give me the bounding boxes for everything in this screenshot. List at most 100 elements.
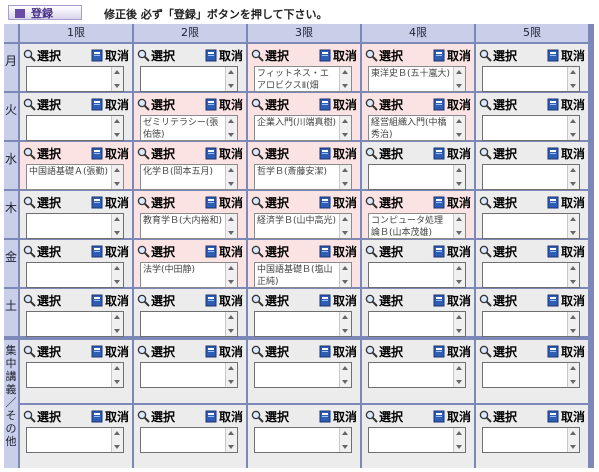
select-button[interactable]: 選択 (23, 292, 61, 309)
select-button[interactable]: 選択 (251, 292, 289, 309)
listbox-scrollbar[interactable] (111, 263, 123, 287)
listbox-scrollbar[interactable] (225, 312, 237, 336)
select-button[interactable]: 選択 (137, 243, 175, 260)
select-button[interactable]: 選択 (479, 96, 517, 113)
course-listbox[interactable] (368, 362, 466, 388)
listbox-scrollbar[interactable] (567, 263, 579, 287)
cancel-button[interactable]: 取消 (433, 96, 471, 113)
select-button[interactable]: 選択 (479, 408, 517, 425)
listbox-scrollbar[interactable] (453, 312, 465, 336)
select-button[interactable]: 選択 (251, 96, 289, 113)
listbox-scrollbar[interactable] (567, 363, 579, 387)
select-button[interactable]: 選択 (365, 96, 403, 113)
course-listbox[interactable]: 哲学Ｂ(斎藤安潔) (254, 164, 352, 190)
listbox-scrollbar[interactable] (339, 312, 351, 336)
listbox-scrollbar[interactable] (567, 67, 579, 91)
listbox-scrollbar[interactable] (567, 116, 579, 140)
select-button[interactable]: 選択 (479, 243, 517, 260)
listbox-scrollbar[interactable] (111, 67, 123, 91)
cancel-button[interactable]: 取消 (547, 292, 585, 309)
select-button[interactable]: 選択 (23, 194, 61, 211)
cancel-button[interactable]: 取消 (319, 292, 357, 309)
select-button[interactable]: 選択 (251, 47, 289, 64)
course-listbox[interactable]: 中国語基礎Ｂ(塩山正純) (254, 262, 352, 288)
cancel-button[interactable]: 取消 (91, 47, 129, 64)
course-listbox[interactable] (482, 311, 580, 337)
listbox-scrollbar[interactable] (453, 214, 465, 238)
select-button[interactable]: 選択 (365, 47, 403, 64)
cancel-button[interactable]: 取消 (547, 243, 585, 260)
select-button[interactable]: 選択 (365, 343, 403, 360)
cancel-button[interactable]: 取消 (433, 194, 471, 211)
cancel-button[interactable]: 取消 (433, 243, 471, 260)
select-button[interactable]: 選択 (137, 145, 175, 162)
cancel-button[interactable]: 取消 (205, 243, 243, 260)
listbox-scrollbar[interactable] (339, 165, 351, 189)
cancel-button[interactable]: 取消 (91, 145, 129, 162)
select-button[interactable]: 選択 (23, 408, 61, 425)
course-listbox[interactable] (26, 427, 124, 453)
cancel-button[interactable]: 取消 (433, 47, 471, 64)
course-listbox[interactable]: 東洋史Ｂ(五十嵐大) (368, 66, 466, 92)
cancel-button[interactable]: 取消 (319, 47, 357, 64)
course-listbox[interactable] (26, 311, 124, 337)
listbox-scrollbar[interactable] (111, 363, 123, 387)
cancel-button[interactable]: 取消 (319, 145, 357, 162)
listbox-scrollbar[interactable] (339, 67, 351, 91)
course-listbox[interactable]: 経済学Ｂ(山中高光) (254, 213, 352, 239)
cancel-button[interactable]: 取消 (319, 408, 357, 425)
select-button[interactable]: 選択 (137, 96, 175, 113)
listbox-scrollbar[interactable] (111, 428, 123, 452)
course-listbox[interactable]: 中国語基礎Ａ(張勤) (26, 164, 124, 190)
cancel-button[interactable]: 取消 (205, 47, 243, 64)
course-listbox[interactable] (368, 427, 466, 453)
course-listbox[interactable]: 教育学Ｂ(大内裕和) (140, 213, 238, 239)
cancel-button[interactable]: 取消 (205, 145, 243, 162)
course-listbox[interactable] (254, 311, 352, 337)
select-button[interactable]: 選択 (479, 292, 517, 309)
cancel-button[interactable]: 取消 (205, 96, 243, 113)
listbox-scrollbar[interactable] (453, 116, 465, 140)
listbox-scrollbar[interactable] (567, 214, 579, 238)
listbox-scrollbar[interactable] (339, 214, 351, 238)
listbox-scrollbar[interactable] (567, 312, 579, 336)
select-button[interactable]: 選択 (137, 194, 175, 211)
cancel-button[interactable]: 取消 (205, 194, 243, 211)
cancel-button[interactable]: 取消 (433, 408, 471, 425)
listbox-scrollbar[interactable] (225, 214, 237, 238)
select-button[interactable]: 選択 (365, 145, 403, 162)
select-button[interactable]: 選択 (365, 408, 403, 425)
course-listbox[interactable]: 企業入門(川端真樹) (254, 115, 352, 141)
cancel-button[interactable]: 取消 (547, 96, 585, 113)
course-listbox[interactable]: 化学Ｂ(岡本五月) (140, 164, 238, 190)
listbox-scrollbar[interactable] (111, 214, 123, 238)
cancel-button[interactable]: 取消 (91, 96, 129, 113)
listbox-scrollbar[interactable] (453, 428, 465, 452)
select-button[interactable]: 選択 (479, 343, 517, 360)
cancel-button[interactable]: 取消 (205, 408, 243, 425)
select-button[interactable]: 選択 (23, 145, 61, 162)
course-listbox[interactable] (26, 213, 124, 239)
course-listbox[interactable] (254, 427, 352, 453)
course-listbox[interactable] (140, 362, 238, 388)
select-button[interactable]: 選択 (365, 292, 403, 309)
select-button[interactable]: 選択 (251, 343, 289, 360)
course-listbox[interactable] (140, 66, 238, 92)
course-listbox[interactable] (254, 362, 352, 388)
select-button[interactable]: 選択 (479, 47, 517, 64)
select-button[interactable]: 選択 (365, 243, 403, 260)
course-listbox[interactable] (482, 164, 580, 190)
listbox-scrollbar[interactable] (225, 363, 237, 387)
cancel-button[interactable]: 取消 (319, 194, 357, 211)
course-listbox[interactable]: ゼミリテラシー(張佑徳) (140, 115, 238, 141)
course-listbox[interactable] (26, 362, 124, 388)
select-button[interactable]: 選択 (251, 194, 289, 211)
listbox-scrollbar[interactable] (339, 428, 351, 452)
select-button[interactable]: 選択 (23, 47, 61, 64)
listbox-scrollbar[interactable] (225, 116, 237, 140)
listbox-scrollbar[interactable] (225, 263, 237, 287)
course-listbox[interactable] (368, 164, 466, 190)
cancel-button[interactable]: 取消 (205, 343, 243, 360)
course-listbox[interactable] (482, 115, 580, 141)
cancel-button[interactable]: 取消 (319, 243, 357, 260)
